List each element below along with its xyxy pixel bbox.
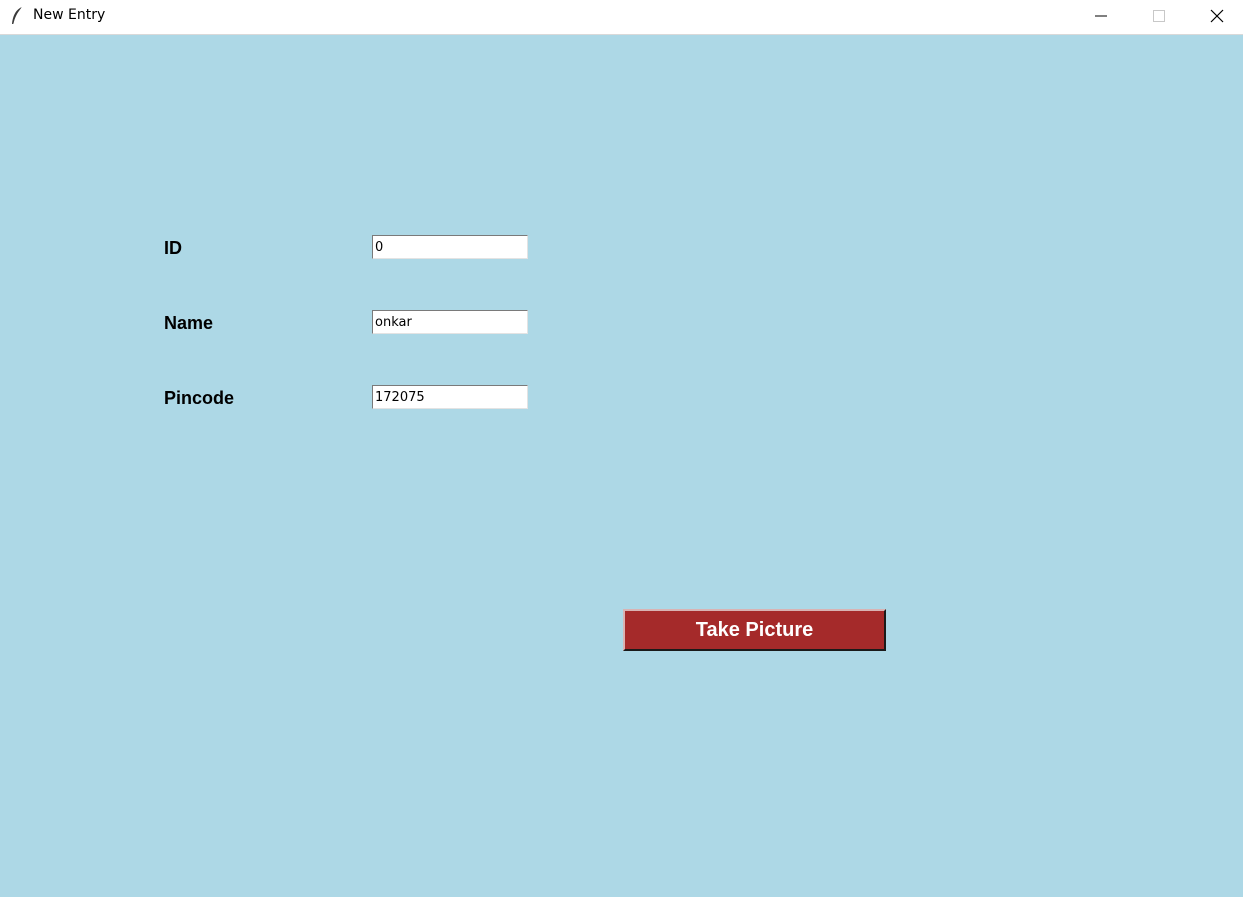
name-label: Name xyxy=(164,313,214,333)
minimize-button[interactable] xyxy=(1078,0,1124,32)
app-window: New Entry ID Name Pincode Take Picture xyxy=(0,0,1243,897)
name-field[interactable] xyxy=(372,310,528,334)
maximize-button[interactable] xyxy=(1136,0,1182,32)
close-button[interactable] xyxy=(1194,0,1240,32)
pincode-field[interactable] xyxy=(372,385,528,409)
close-icon xyxy=(1210,9,1224,23)
title-bar[interactable]: New Entry xyxy=(0,0,1243,35)
feather-icon xyxy=(12,6,23,25)
minimize-icon xyxy=(1095,15,1107,17)
pincode-label: Pincode xyxy=(164,388,235,408)
id-field[interactable] xyxy=(372,235,528,259)
id-label: ID xyxy=(164,238,182,258)
take-picture-button[interactable]: Take Picture xyxy=(623,609,886,651)
maximize-icon xyxy=(1153,10,1165,22)
window-title: New Entry xyxy=(33,7,106,23)
